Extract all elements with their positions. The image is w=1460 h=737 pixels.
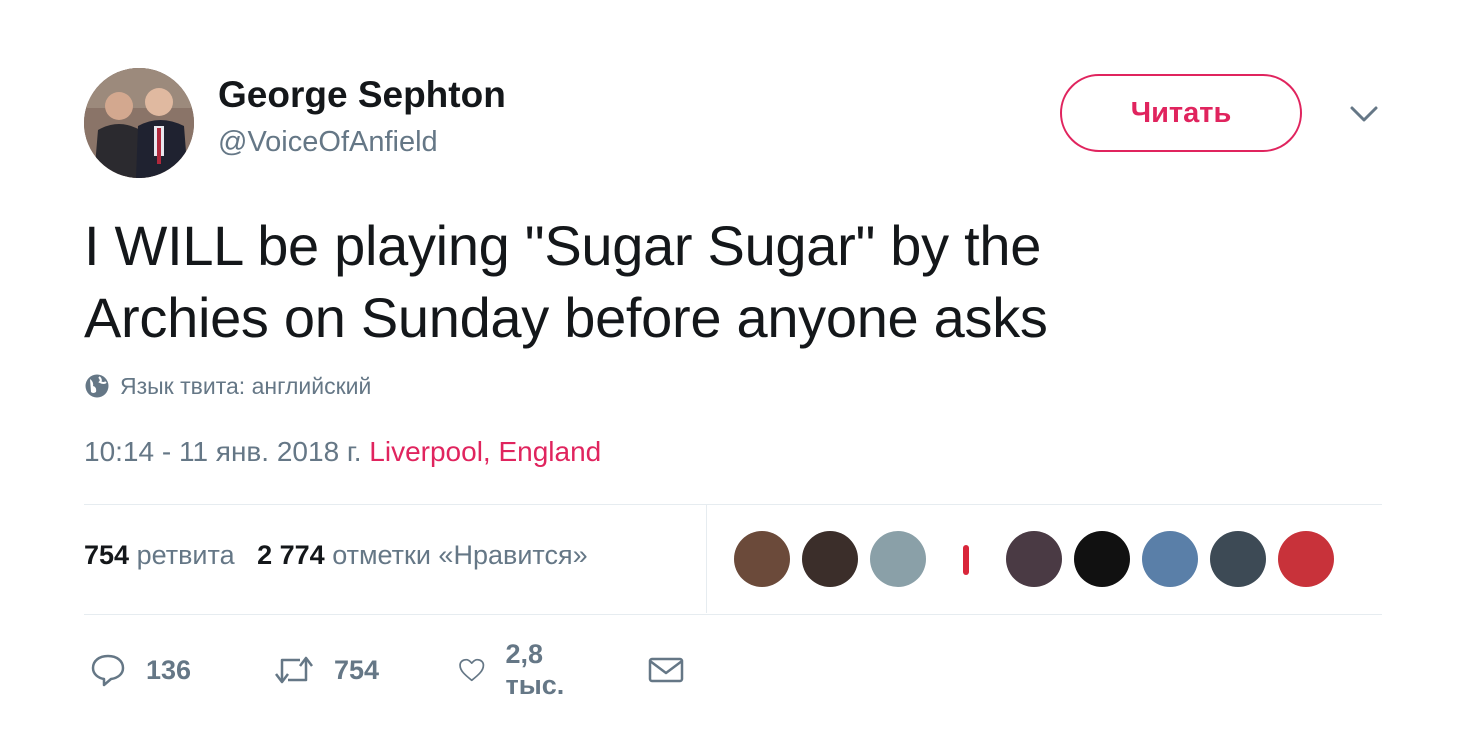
tweet-timestamp[interactable]: 10:14 - 11 янв. 2018 г. (84, 436, 362, 467)
liker-avatar-1[interactable] (734, 531, 790, 587)
author-name[interactable]: George Sephton (218, 74, 506, 116)
reply-button[interactable]: 136 (90, 646, 191, 694)
liker-avatar-9[interactable] (1278, 531, 1334, 587)
retweet-icon (275, 656, 313, 684)
direct-message-button[interactable] (648, 646, 684, 694)
reply-icon (91, 654, 125, 687)
liker-avatar-5[interactable] (1006, 531, 1062, 587)
stats-divider (706, 505, 707, 613)
follow-button[interactable]: Читать (1060, 74, 1302, 152)
retweet-count: 754 (334, 654, 380, 685)
likes-count: 2 774 (257, 540, 325, 570)
reply-count: 136 (146, 654, 192, 685)
tweet-text-line-2: Archies on Sunday before anyone asks (84, 286, 1048, 349)
user-photo-avatar (84, 68, 194, 178)
retweets-count: 754 (84, 540, 130, 570)
tweet-location[interactable]: Liverpool, England (369, 436, 601, 467)
liker-avatar-8[interactable] (1210, 531, 1266, 587)
retweets-stat[interactable]: 754 ретвита (84, 540, 235, 570)
tweet-language: Язык твита: английский (84, 370, 371, 402)
liker-avatar-2[interactable] (802, 531, 858, 587)
like-count: 2,8 тыс. (505, 639, 565, 700)
tweet-text-line-1: I WILL be playing "Sugar Sugar" by the (84, 214, 1042, 277)
liker-avatar-3[interactable] (870, 531, 926, 587)
retweet-button[interactable]: 754 (274, 646, 379, 694)
divider-top (84, 504, 1382, 505)
globe-icon (85, 374, 109, 398)
tweet-text: I WILL be playing "Sugar Sugar" by the A… (84, 210, 1264, 354)
divider-bottom (84, 614, 1382, 615)
likes-stat[interactable]: 2 774 отметки «Нравится» (257, 540, 588, 570)
like-button[interactable]: 2,8 тыс. (458, 639, 577, 700)
heart-icon (459, 658, 485, 682)
author-avatar[interactable] (84, 68, 194, 178)
liker-avatar-7[interactable] (1142, 531, 1198, 587)
chevron-down-icon[interactable] (1348, 100, 1380, 128)
tweet-language-label: Язык твита: английский (120, 372, 372, 399)
liker-avatar-4[interactable] (938, 531, 994, 587)
tweet-stats: 754 ретвита 2 774 отметки «Нравится» (84, 540, 588, 571)
likes-label: отметки «Нравится» (332, 540, 588, 570)
envelope-icon (648, 657, 684, 683)
author-handle[interactable]: @VoiceOfAnfield (218, 126, 438, 159)
tweet-meta: 10:14 - 11 янв. 2018 г. Liverpool, Engla… (84, 436, 601, 468)
liker-avatar-6[interactable] (1074, 531, 1130, 587)
retweets-label: ретвита (136, 540, 235, 570)
